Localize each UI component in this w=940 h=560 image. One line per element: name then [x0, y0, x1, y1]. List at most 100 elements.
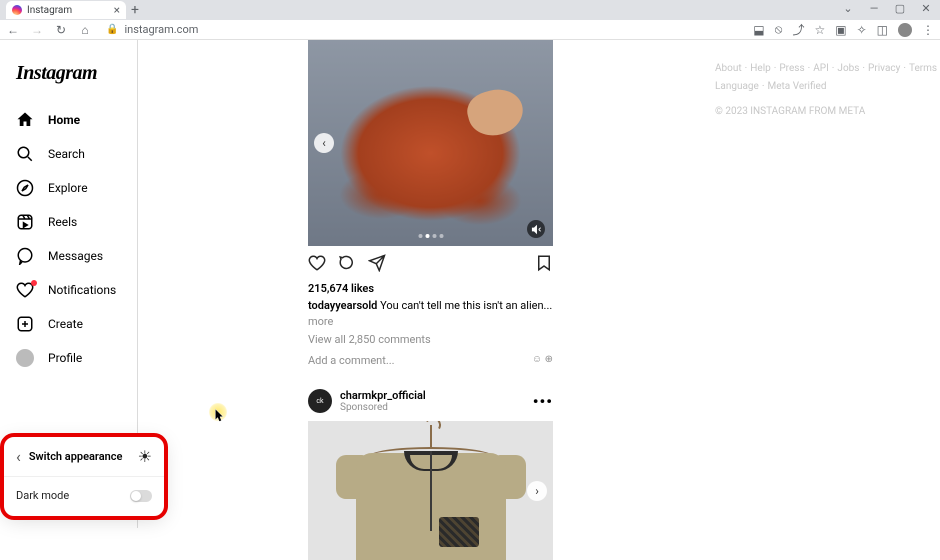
footer-link[interactable]: Press: [779, 63, 804, 74]
browser-chrome: Instagram × + ⌄ — ▢ ✕ ← → ↻ ⌂ 🔒 instagra…: [0, 0, 940, 40]
post-media[interactable]: ‹: [308, 40, 553, 246]
necklace-graphic: [430, 451, 432, 531]
appearance-popup: ‹ Switch appearance ☀ Dark mode: [4, 437, 164, 516]
post2-username[interactable]: charmkpr_official: [340, 389, 426, 402]
footer-link: ·: [903, 63, 906, 74]
caption-text: You can't tell me this isn't an alien...: [377, 299, 552, 312]
carousel-next-button[interactable]: ›: [527, 481, 547, 501]
bookmark-icon[interactable]: ☆: [814, 23, 825, 37]
close-tab-icon[interactable]: ×: [114, 3, 120, 17]
nav-messages[interactable]: Messages: [12, 239, 125, 273]
logo-text: Instagram: [16, 62, 97, 84]
window-minimize-icon[interactable]: —: [866, 2, 882, 15]
post2-header: ck charmkpr_official Sponsored •••: [308, 377, 553, 421]
window-close-icon[interactable]: ✕: [918, 2, 934, 15]
post2-avatar[interactable]: ck: [308, 389, 332, 413]
footer-link: ·: [808, 63, 811, 74]
footer-link[interactable]: Meta Verified: [767, 81, 826, 92]
carousel-prev-button[interactable]: ‹: [314, 133, 334, 153]
post-actions: [308, 246, 553, 280]
nav-reels[interactable]: Reels: [12, 205, 125, 239]
nav-notifications[interactable]: Notifications: [12, 273, 125, 307]
toolbar-right: ⬓ ⦸ ⤴ ☆ ▣ ✧ ◫ ⋮: [753, 21, 934, 38]
popup-back-button[interactable]: ‹: [16, 447, 21, 466]
post-image-octopus: [308, 40, 553, 246]
plus-square-icon: [16, 315, 34, 333]
caption-more[interactable]: more: [308, 314, 715, 329]
nav-home[interactable]: Home: [12, 103, 125, 137]
footer-link: ·: [862, 63, 865, 74]
likes-count[interactable]: 215,674 likes: [308, 280, 715, 297]
nav-label: Profile: [48, 351, 82, 365]
profile-avatar-browser[interactable]: [898, 23, 912, 37]
lock-icon: 🔒: [106, 24, 118, 35]
url-text: instagram.com: [124, 23, 198, 36]
pocket-graphic: [439, 517, 479, 547]
forward-button[interactable]: →: [30, 23, 44, 37]
caption-username[interactable]: todayyearsold: [308, 299, 377, 312]
add-comment-input[interactable]: Add a comment...: [308, 354, 395, 367]
footer-link[interactable]: API: [813, 63, 829, 74]
back-button[interactable]: ←: [6, 23, 20, 37]
extensions-icon[interactable]: ✧: [857, 23, 867, 37]
footer-link[interactable]: Jobs: [837, 63, 859, 74]
nav-explore[interactable]: Explore: [12, 171, 125, 205]
browser-tab[interactable]: Instagram ×: [6, 1, 126, 19]
right-column: About·Help·Press·API·Jobs·Privacy·Terms·…: [715, 40, 940, 528]
post-caption: todayyearsold You can't tell me this isn…: [308, 297, 553, 314]
nav-label: Reels: [48, 215, 77, 229]
footer-link[interactable]: Terms: [909, 63, 937, 74]
profile-avatar-icon: [16, 349, 34, 367]
add-comment-row: Add a comment... ☺ ⊕: [308, 350, 553, 377]
dark-mode-row[interactable]: Dark mode: [4, 477, 164, 516]
post2-sponsored-label: Sponsored: [340, 402, 426, 413]
emoji-picker-icon[interactable]: ☺ ⊕: [532, 354, 553, 367]
window-controls: ⌄ — ▢ ✕: [840, 2, 934, 15]
instagram-logo[interactable]: Instagram: [16, 62, 125, 85]
footer-link: ·: [745, 63, 748, 74]
nav-label: Create: [48, 317, 83, 331]
mute-button[interactable]: [527, 220, 545, 238]
instagram-favicon: [12, 5, 22, 15]
url-display[interactable]: 🔒 instagram.com: [106, 23, 198, 36]
view-comments-link[interactable]: View all 2,850 comments: [308, 329, 715, 350]
address-bar: ← → ↻ ⌂ 🔒 instagram.com ⬓ ⦸ ⤴ ☆ ▣ ✧ ◫ ⋮: [0, 20, 940, 40]
home-button-browser[interactable]: ⌂: [78, 23, 92, 37]
footer-link[interactable]: Language: [715, 81, 759, 92]
share-icon[interactable]: ⤴: [792, 21, 804, 38]
dark-mode-toggle[interactable]: [130, 490, 152, 502]
new-tab-button[interactable]: +: [126, 2, 144, 18]
save-button[interactable]: [535, 254, 553, 276]
window-maximize-icon[interactable]: ▢: [892, 2, 908, 15]
incognito-icon[interactable]: ⦸: [775, 22, 783, 37]
kebab-menu-icon[interactable]: ⋮: [922, 23, 934, 37]
install-icon[interactable]: ⬓: [753, 23, 764, 37]
post2-more-button[interactable]: •••: [533, 392, 553, 411]
window-dropdown-icon[interactable]: ⌄: [840, 2, 856, 15]
nav-create[interactable]: Create: [12, 307, 125, 341]
reload-button[interactable]: ↻: [54, 23, 68, 37]
comment-button[interactable]: [338, 254, 356, 276]
nav-profile[interactable]: Profile: [12, 341, 125, 375]
footer-link: ·: [762, 81, 765, 92]
nav-search[interactable]: Search: [12, 137, 125, 171]
search-icon: [16, 145, 34, 163]
footer-link[interactable]: Help: [750, 63, 770, 74]
share-button[interactable]: [368, 254, 386, 276]
like-button[interactable]: [308, 254, 326, 276]
footer-link[interactable]: Privacy: [868, 63, 900, 74]
footer-link[interactable]: About: [715, 63, 742, 74]
home-icon: [16, 111, 34, 129]
feed: ‹ 215,674 likes todayyearsold You can't …: [138, 40, 715, 528]
reels-icon: [16, 213, 34, 231]
nav-label: Search: [48, 147, 85, 161]
post2-media[interactable]: ›: [308, 421, 553, 560]
tab-title: Instagram: [27, 5, 72, 16]
hanger-graphic: [430, 425, 432, 449]
camera-icon[interactable]: ▣: [835, 23, 846, 37]
side-panel-icon[interactable]: ◫: [877, 23, 888, 37]
footer-links: About·Help·Press·API·Jobs·Privacy·Terms·…: [715, 60, 920, 96]
footer-copyright: © 2023 INSTAGRAM FROM META: [715, 106, 920, 117]
appearance-popup-header: ‹ Switch appearance ☀: [4, 437, 164, 476]
popup-title: Switch appearance: [29, 450, 130, 463]
